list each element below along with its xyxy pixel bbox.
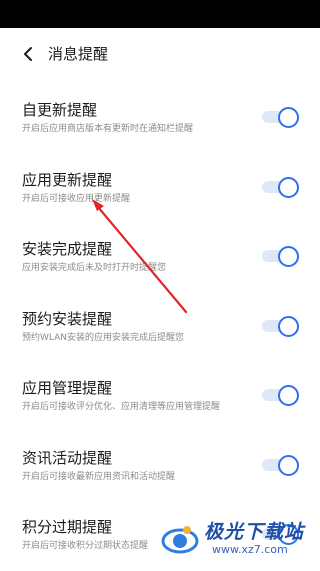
setting-item-news-activity: 资讯活动提醒 开启后可接收最新应用资讯和活动提醒: [0, 432, 320, 502]
setting-title: 积分过期提醒: [22, 518, 113, 536]
news-activity-toggle[interactable]: [262, 453, 300, 477]
setting-desc: 应用安装完成后未及时打开时提醒您: [22, 263, 167, 273]
setting-title: 应用更新提醒: [22, 170, 113, 189]
toggle-knob: [278, 246, 299, 267]
toggle-knob: [278, 176, 299, 198]
toggle-knob: [278, 107, 299, 128]
setting-item-scheduled-install: 预约安装提醒 预约WLAN安装的应用安装完成后提醒您: [0, 293, 320, 363]
toggle-knob: [278, 385, 299, 406]
setting-item-self-update: 自更新提醒 开启后应用商店版本有更新时在通知栏提醒: [0, 84, 320, 154]
scheduled-install-toggle[interactable]: [262, 314, 300, 338]
chevron-left-icon[interactable]: [16, 42, 40, 66]
setting-title: 安装完成提醒: [22, 240, 113, 258]
xz7-logo-icon: [161, 526, 199, 554]
setting-title: 预约安装提醒: [22, 309, 113, 328]
status-bar: [0, 0, 320, 28]
toggle-knob: [278, 315, 299, 337]
setting-item-app-management: 应用管理提醒 开启后可接收评分优化、应用清理等应用管理提醒: [0, 362, 320, 432]
watermark: 极光下载站 www.xz7.com: [160, 512, 320, 566]
setting-item-install-complete: 安装完成提醒 应用安装完成后未及时打开时提醒您: [0, 223, 320, 293]
setting-title: 资讯活动提醒: [22, 448, 113, 467]
setting-title: 自更新提醒: [22, 101, 98, 119]
page-title: 消息提醒: [48, 45, 109, 63]
setting-desc: 开启后应用商店版本有更新时在通知栏提醒: [22, 124, 194, 134]
toggle-knob: [278, 454, 299, 476]
header: 消息提醒: [0, 28, 320, 84]
app-update-toggle[interactable]: [262, 175, 300, 199]
setting-desc: 预约WLAN安装的应用安装完成后提醒您: [22, 332, 185, 343]
watermark-url: www.xz7.com: [212, 543, 288, 556]
app-management-toggle[interactable]: [262, 383, 300, 407]
watermark-name: 极光下载站: [204, 521, 305, 543]
setting-desc: 开启后可接收最新应用资讯和活动提醒: [22, 471, 176, 482]
self-update-toggle[interactable]: [262, 105, 300, 129]
settings-list: 自更新提醒 开启后应用商店版本有更新时在通知栏提醒 应用更新提醒 开启后可接收应…: [0, 84, 320, 571]
setting-desc: 开启后可接收应用更新提醒: [22, 193, 131, 204]
setting-desc: 开启后可接收评分优化、应用清理等应用管理提醒: [22, 402, 221, 412]
watermark-text: 极光下载站 www.xz7.com: [204, 521, 304, 557]
setting-desc: 开启后可接收积分过期状态提醒: [22, 541, 149, 551]
setting-title: 应用管理提醒: [22, 379, 113, 397]
install-complete-toggle[interactable]: [262, 244, 300, 268]
setting-item-app-update: 应用更新提醒 开启后可接收应用更新提醒: [0, 154, 320, 224]
